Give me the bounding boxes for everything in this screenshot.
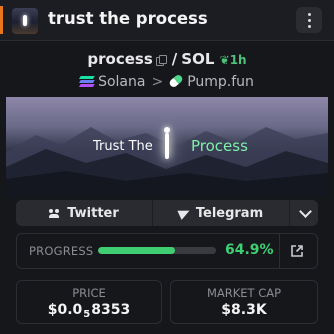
telegram-button[interactable]: Telegram [153,200,290,226]
more-socials-button[interactable] [290,200,318,226]
banner-text-left: Trust The [93,139,153,154]
glowing-figure [162,127,172,161]
chain-dex[interactable]: Pump.fun [187,74,254,90]
token-title: trust the process [48,9,208,28]
telegram-icon [177,206,192,220]
progress-bar [98,247,216,254]
price-digits: 8353 [91,302,131,318]
price-label: PRICE [72,286,106,300]
chain-network[interactable]: Solana [98,74,145,90]
token-banner: Trust The Process [6,97,328,197]
progress-fill [98,247,175,254]
pair-separator: / [171,50,178,68]
price-value: $0.058353 [17,302,161,320]
pair-row: process / SOL ❦1h [0,50,334,68]
chain-row: Solana > Pump.fun [0,73,334,90]
pumpfun-icon [168,73,185,89]
banner-text-right: Process [191,137,248,155]
token-avatar [12,8,38,34]
people-icon [49,208,61,218]
pair-quote: SOL [181,50,215,68]
price-prefix: $0.0 [47,302,83,318]
social-links: Twitter Telegram [16,200,318,226]
progress-value: 64.9% [225,242,274,258]
progress-label: PROGRESS [29,244,94,258]
bonding-progress: PROGRESS 64.9% [16,233,318,269]
telegram-label: Telegram [195,205,264,221]
pair-age: 1h [229,53,247,67]
solana-icon [79,76,95,87]
sprout-icon: ❦ [219,53,230,67]
price-zero-count: 5 [83,309,91,320]
market-cap-card: MARKET CAP $8.3K [170,280,318,324]
copy-icon[interactable] [155,55,167,66]
kebab-icon [307,11,311,29]
external-link-icon[interactable] [291,245,303,257]
divider [279,234,280,268]
market-cap-label: MARKET CAP [206,286,282,300]
twitter-button[interactable]: Twitter [16,200,153,226]
more-menu-button[interactable] [296,7,322,33]
token-header: trust the process [0,0,334,41]
twitter-label: Twitter [67,205,119,221]
price-card: PRICE $0.058353 [16,280,162,324]
market-cap-value: $8.3K [221,302,267,318]
chain-separator: > [151,74,164,90]
chevron-down-icon [298,204,312,218]
active-indicator [0,6,3,34]
pair-base: process [87,50,153,68]
